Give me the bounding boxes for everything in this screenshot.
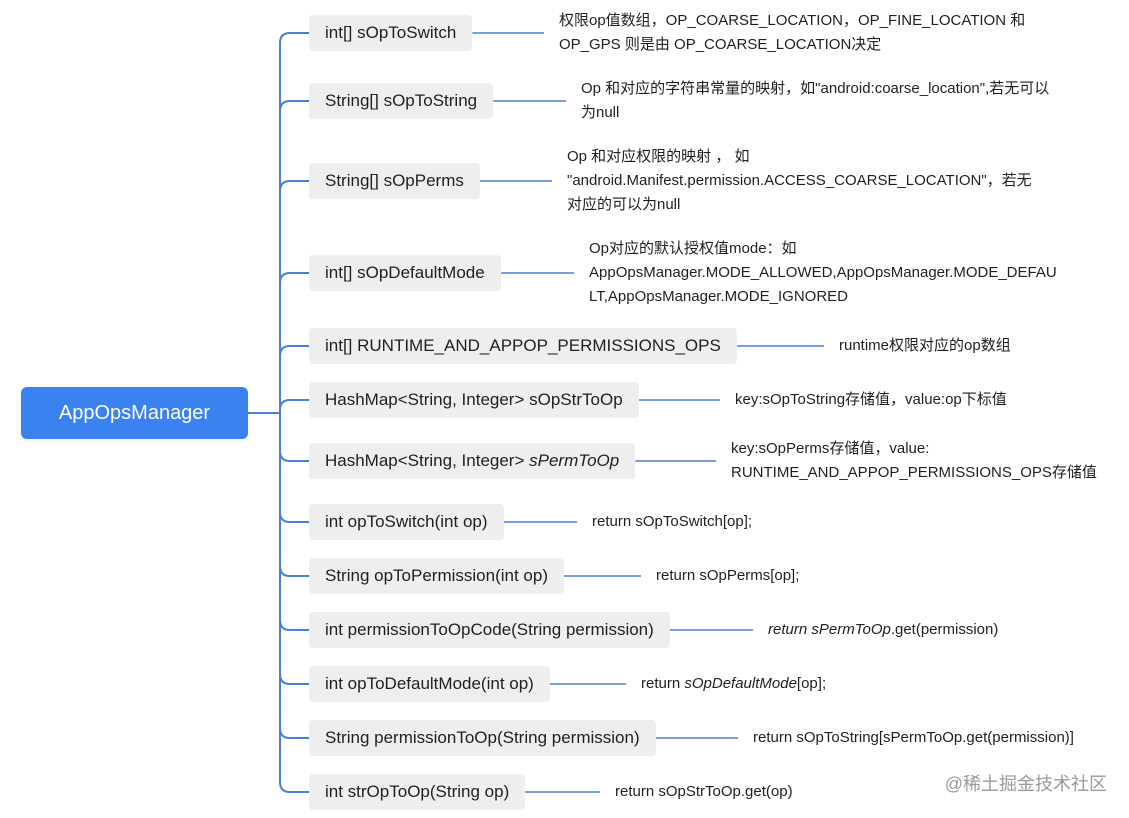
node-s-op-to-switch[interactable]: int[] sOpToSwitch <box>309 15 473 51</box>
note-op-to-permission: return sOpPerms[op]; <box>656 567 800 584</box>
note-s-op-to-switch: 权限op值数组，OP_COARSE_LOCATION，OP_FINE_LOCAT… <box>559 12 1026 53</box>
node-runtime-and-appop-permissions-ops[interactable]: int[] RUNTIME_AND_APPOP_PERMISSIONS_OPS <box>309 328 737 364</box>
node-s-perm-to-op[interactable]: HashMap<String, Integer> sPermToOp <box>309 443 636 479</box>
note-italic: return sPermToOp <box>768 621 891 638</box>
note-plain-end: [op]; <box>796 675 827 692</box>
node-label: int[] RUNTIME_AND_APPOP_PERMISSIONS_OPS <box>325 336 721 355</box>
note-str-op-to-op: return sOpStrToOp.get(op) <box>615 783 793 800</box>
branch-line <box>279 32 309 44</box>
note-s-op-str-to-op: key:sOpToString存储值，value:op下标值 <box>735 391 1007 408</box>
watermark: @稀土掘金技术社区 <box>944 774 1107 794</box>
node-str-op-to-op[interactable]: int strOpToOp(String op) <box>309 774 526 810</box>
note-permission-to-op-code: return sPermToOp.get(permission) <box>768 618 998 642</box>
node-label: int[] sOpToSwitch <box>325 23 457 42</box>
node-label: String[] sOpToString <box>325 91 478 110</box>
branch-line <box>279 272 309 284</box>
note-runtime-and-appop-permissions-ops: runtime权限对应的op数组 <box>839 337 1011 354</box>
node-s-op-perms[interactable]: String[] sOpPerms <box>309 163 480 199</box>
node-op-to-default-mode[interactable]: int opToDefaultMode(int op) <box>309 666 550 702</box>
branch-line <box>279 399 309 411</box>
root-node[interactable]: AppOpsManager <box>21 387 248 439</box>
node-label: String permissionToOp(String permission) <box>325 728 640 747</box>
node-label: int strOpToOp(String op) <box>325 782 510 801</box>
note-permission-to-op: return sOpToString[sPermToOp.get(permiss… <box>753 729 1074 746</box>
branch-line <box>279 727 309 739</box>
branch-line <box>279 673 309 685</box>
branch-line <box>279 565 309 577</box>
node-op-to-permission[interactable]: String opToPermission(int op) <box>309 558 564 594</box>
note-plain: .get(permission) <box>890 621 999 638</box>
note-plain: return <box>641 675 685 692</box>
node-permission-to-op[interactable]: String permissionToOp(String permission) <box>309 720 656 756</box>
node-op-to-switch[interactable]: int opToSwitch(int op) <box>309 504 504 540</box>
branch-line <box>279 180 309 192</box>
note-s-op-default-mode: Op对应的默认授权值mode：如 AppOpsManager.MODE_ALLO… <box>589 240 1057 305</box>
node-permission-to-op-code[interactable]: int permissionToOpCode(String permission… <box>309 612 670 648</box>
note-italic: sOpDefaultMode <box>684 675 797 692</box>
note-op-to-switch: return sOpToSwitch[op]; <box>592 513 753 530</box>
node-label: int opToSwitch(int op) <box>325 512 488 531</box>
branch-line <box>279 345 309 357</box>
node-s-op-to-string[interactable]: String[] sOpToString <box>309 83 494 119</box>
branch-line <box>279 450 309 462</box>
note-s-op-perms: Op 和对应权限的映射 ， 如 "android.Manifest.permis… <box>567 148 1032 213</box>
node-label: String[] sOpPerms <box>325 171 464 190</box>
branch-line <box>279 781 309 793</box>
note-op-to-default-mode: return sOpDefaultMode[op]; <box>641 672 826 696</box>
mind-map: AppOpsManager int[] sOpToSwitch 权限op值数组，… <box>0 0 1129 818</box>
root-label: AppOpsManager <box>58 401 211 424</box>
note-s-perm-to-op: key:sOpPerms存储值，value: RUNTIME_AND_APPOP… <box>731 440 1097 481</box>
note-s-op-to-string: Op 和对应的字符串常量的映射，如"android:coarse_locatio… <box>581 80 1050 121</box>
node-label-italic: sPermToOp <box>529 451 620 470</box>
node-label: HashMap<String, Integer> sOpStrToOp <box>325 390 623 409</box>
node-label: int[] sOpDefaultMode <box>325 263 485 282</box>
node-label: int permissionToOpCode(String permission… <box>325 620 654 639</box>
node-label: int opToDefaultMode(int op) <box>325 674 534 693</box>
branch-line <box>279 619 309 631</box>
node-s-op-str-to-op[interactable]: HashMap<String, Integer> sOpStrToOp <box>309 382 639 418</box>
branch-line <box>279 100 309 112</box>
node-label: String opToPermission(int op) <box>325 566 548 585</box>
node-s-op-default-mode[interactable]: int[] sOpDefaultMode <box>309 255 501 291</box>
branch-line <box>279 511 309 523</box>
node-label-plain: HashMap<String, Integer> <box>325 451 530 470</box>
